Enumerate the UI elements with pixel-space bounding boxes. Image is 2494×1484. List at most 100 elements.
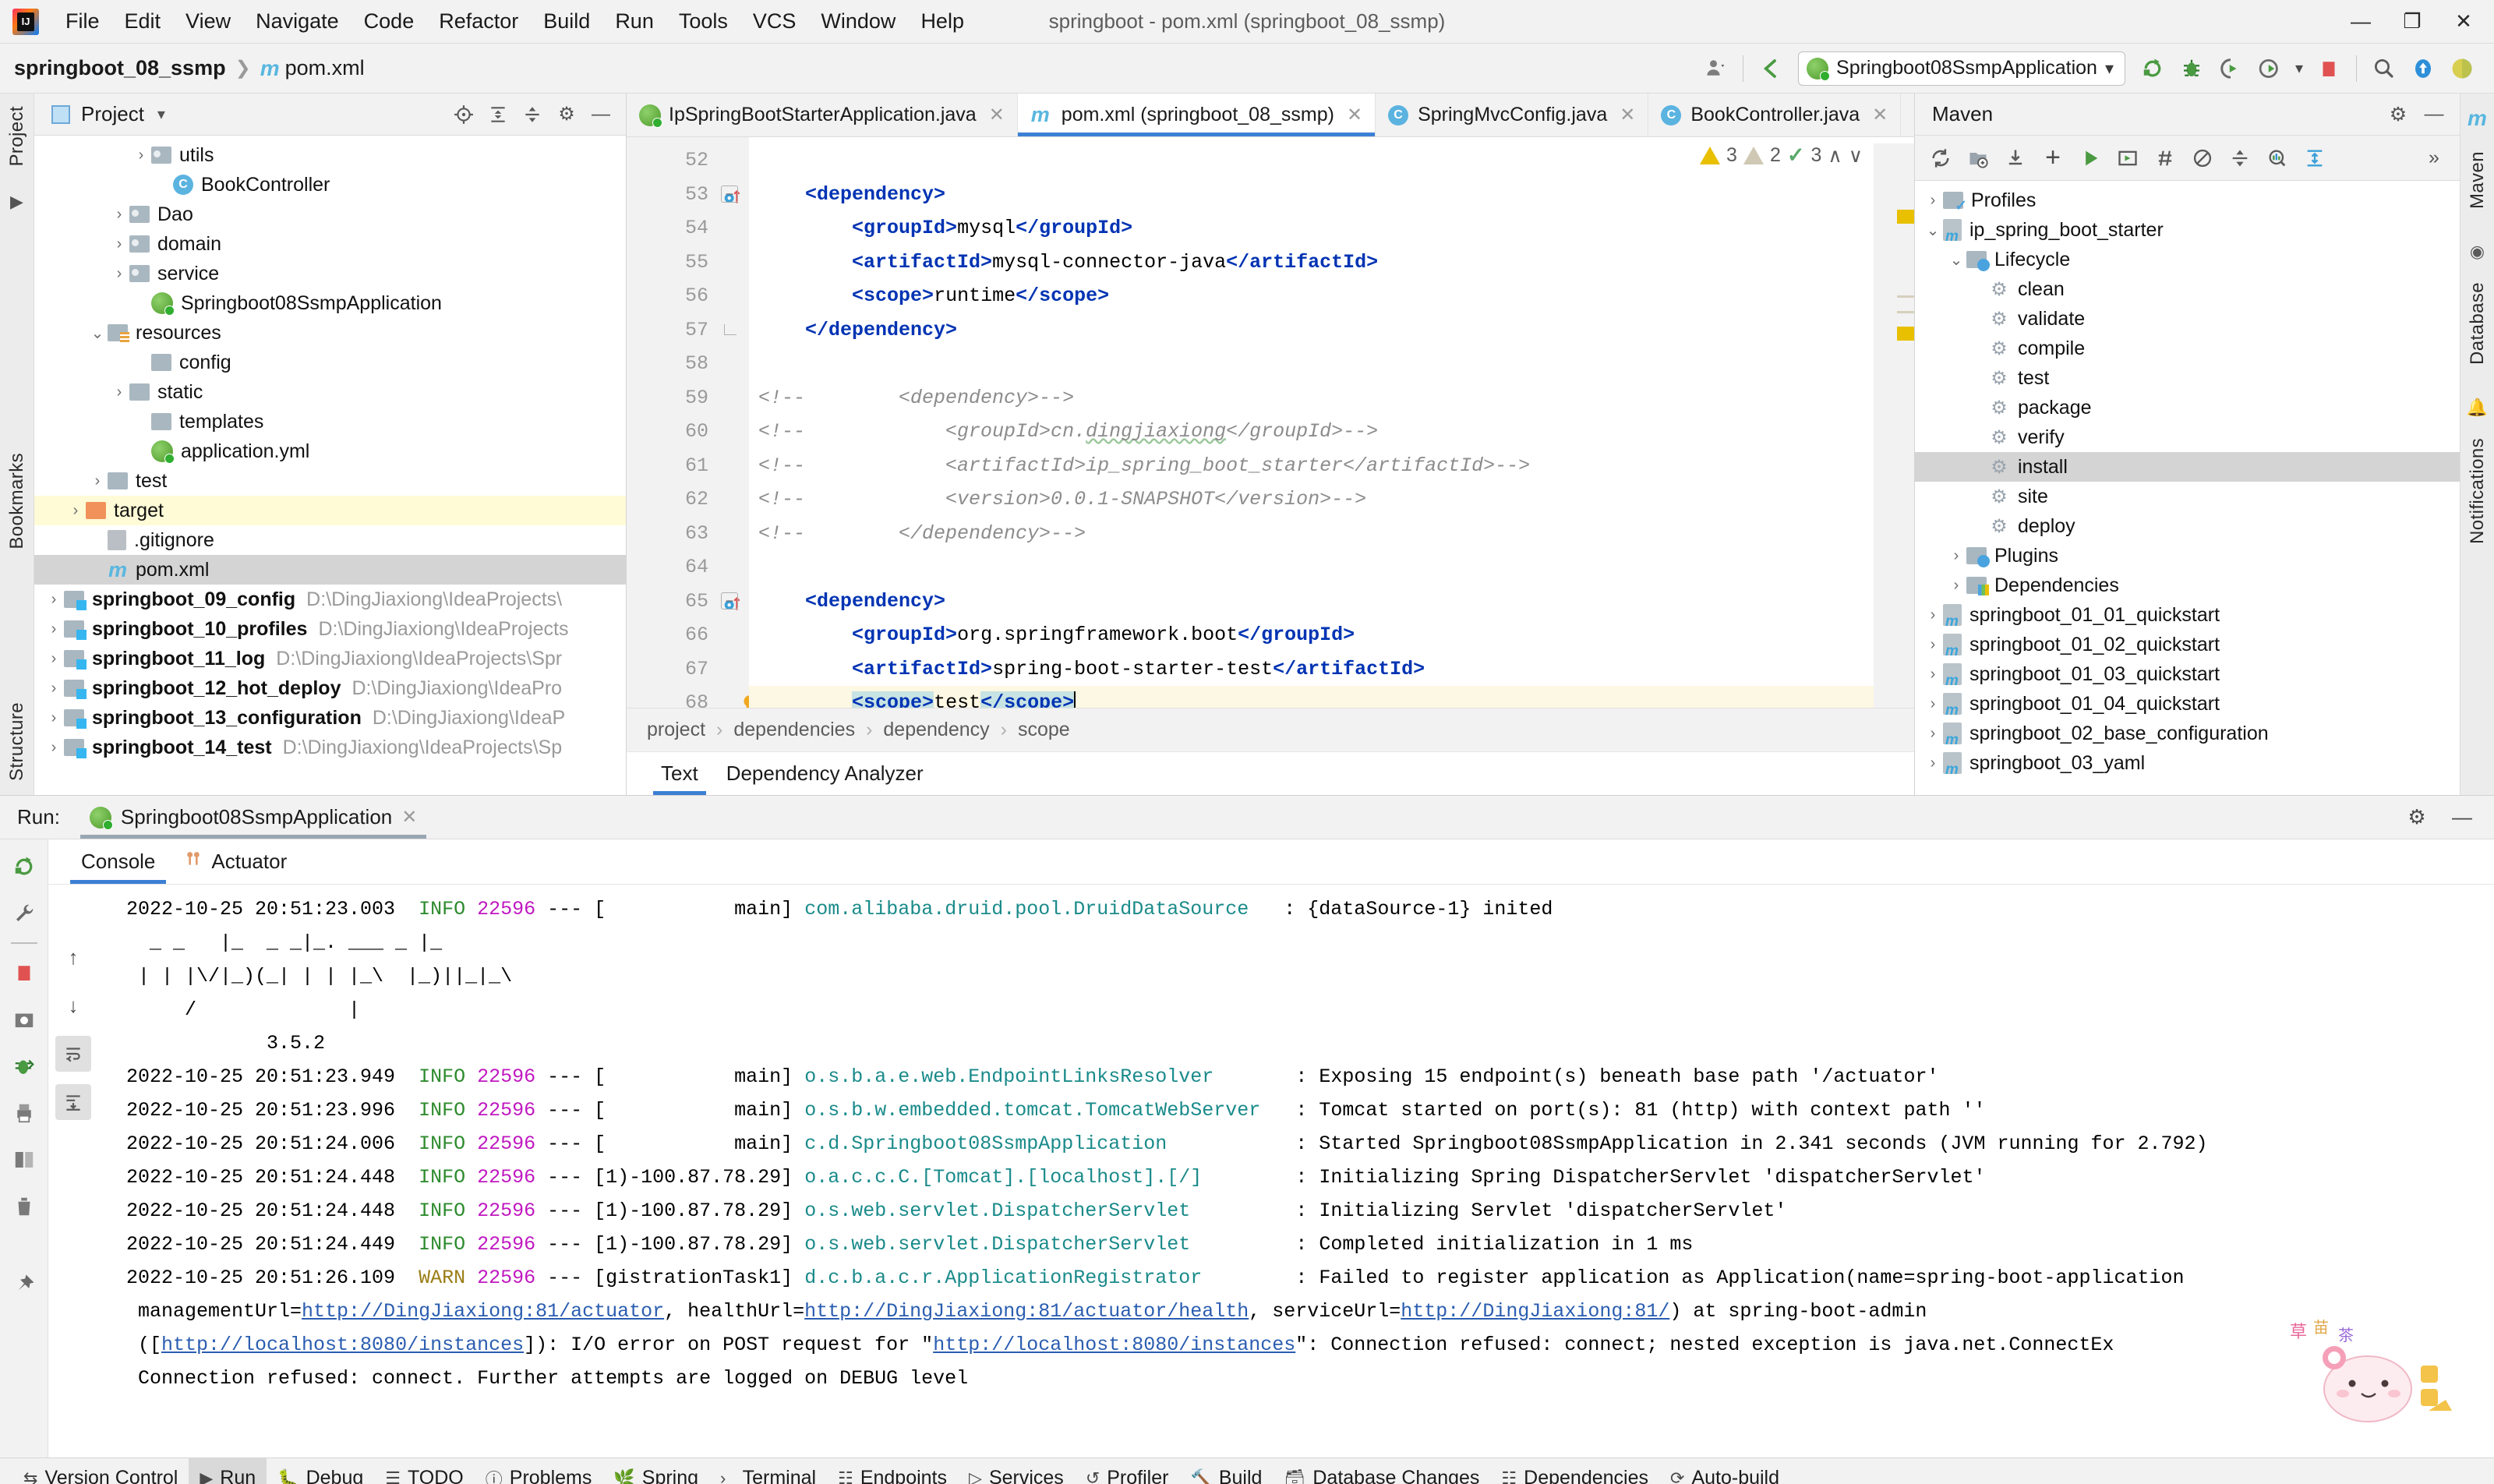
- project-tree-row[interactable]: › springboot_11_log D:\DingJiaxiong\Idea…: [34, 644, 626, 673]
- run-configuration-selector[interactable]: Springboot08SsmpApplication ▾: [1798, 51, 2125, 86]
- close-icon[interactable]: ✕: [1620, 104, 1635, 126]
- expand-arrow-icon[interactable]: ›: [1923, 695, 1943, 713]
- user-icon[interactable]: [1697, 51, 1733, 87]
- project-tree-row[interactable]: › static: [34, 377, 626, 407]
- run-session-tab[interactable]: Springboot08SsmpApplication ✕: [79, 796, 427, 839]
- project-tree-row[interactable]: › domain: [34, 229, 626, 259]
- add-icon[interactable]: +: [2035, 140, 2071, 176]
- maven-tree-row[interactable]: ⌄ ip_spring_boot_starter: [1915, 215, 2460, 245]
- console-tab[interactable]: Actuator: [169, 839, 301, 884]
- project-tree-row[interactable]: › test: [34, 466, 626, 496]
- maven-tree-row[interactable]: › springboot_01_01_quickstart: [1915, 600, 2460, 630]
- code-line[interactable]: <artifactId>mysql-connector-java</artifa…: [749, 246, 1914, 280]
- expand-arrow-icon[interactable]: ›: [1923, 725, 1943, 743]
- gear-icon[interactable]: ⚙: [2399, 800, 2435, 836]
- log-link[interactable]: http://DingJiaxiong:81/: [1401, 1300, 1669, 1323]
- trash-icon[interactable]: [6, 1189, 42, 1224]
- maven-tree-row[interactable]: › springboot_02_base_configuration: [1915, 719, 2460, 748]
- project-tree-row[interactable]: Springboot08SsmpApplication: [34, 288, 626, 318]
- project-tree-row[interactable]: › service: [34, 259, 626, 288]
- menu-view[interactable]: View: [173, 6, 243, 37]
- project-tree-row[interactable]: › springboot_13_configuration D:\DingJia…: [34, 703, 626, 733]
- bottom-bar-item[interactable]: ⇆ Version Control: [12, 1458, 189, 1484]
- project-tree-row[interactable]: › springboot_09_config D:\DingJiaxiong\I…: [34, 585, 626, 614]
- close-icon[interactable]: ✕: [1347, 104, 1362, 126]
- project-tree-row[interactable]: › utils: [34, 140, 626, 170]
- next-problem-icon[interactable]: ∨: [1849, 144, 1863, 168]
- bottom-bar-item[interactable]: ☷ Endpoints: [827, 1458, 958, 1484]
- editor-tab[interactable]: C BookController.java ✕: [1648, 94, 1902, 136]
- update-project-icon[interactable]: [2405, 51, 2441, 87]
- project-tree-row[interactable]: › springboot_14_test D:\DingJiaxiong\Ide…: [34, 733, 626, 762]
- expand-arrow-icon[interactable]: ›: [1923, 666, 1943, 684]
- execute-goal-icon[interactable]: [2072, 140, 2108, 176]
- chevron-down-icon[interactable]: ▾: [144, 97, 178, 132]
- scroll-to-end-icon[interactable]: [55, 1084, 91, 1120]
- project-tree[interactable]: › utils C BookController › Dao › domain: [34, 136, 626, 795]
- expand-arrow-icon[interactable]: ›: [1923, 636, 1943, 654]
- code-line[interactable]: <artifactId>spring-boot-starter-test</ar…: [749, 652, 1914, 687]
- project-tree-row[interactable]: › target: [34, 496, 626, 525]
- fold-minus-icon[interactable]: −: [721, 592, 738, 610]
- bottom-bar-item[interactable]: ↺ Profiler: [1075, 1458, 1180, 1484]
- toggle-skip-tests-icon[interactable]: [2147, 140, 2183, 176]
- code-line[interactable]: <groupId>org.springframework.boot</group…: [749, 618, 1914, 652]
- log-link[interactable]: http://DingJiaxiong:81/actuator: [302, 1300, 664, 1323]
- menu-help[interactable]: Help: [908, 6, 977, 37]
- menu-run[interactable]: Run: [602, 6, 666, 37]
- maven-tree-row[interactable]: › Profiles: [1915, 186, 2460, 216]
- maven-tree-row[interactable]: › springboot_01_02_quickstart: [1915, 630, 2460, 659]
- expand-arrow-icon[interactable]: ›: [109, 265, 129, 283]
- menu-edit[interactable]: Edit: [112, 6, 174, 37]
- soft-wrap-icon[interactable]: [55, 1036, 91, 1072]
- inspection-summary[interactable]: 3 2 ✓ 3 ∧ ∨: [1700, 143, 1867, 168]
- analyze-icon[interactable]: [2259, 140, 2295, 176]
- camera-icon[interactable]: [6, 1002, 42, 1037]
- profile-icon[interactable]: [2252, 51, 2287, 87]
- expand-arrow-icon[interactable]: ›: [65, 502, 86, 520]
- menu-code[interactable]: Code: [351, 6, 427, 37]
- more-actions-icon[interactable]: »: [2416, 140, 2452, 176]
- maven-tree-row[interactable]: ⚙ test: [1915, 363, 2460, 393]
- expand-arrow-icon[interactable]: ›: [1923, 606, 1943, 624]
- maven-tree-row[interactable]: ⚙ site: [1915, 482, 2460, 511]
- inspection-marker-bar[interactable]: [1874, 143, 1914, 708]
- bottom-bar-item[interactable]: ⟳ Auto-build: [1659, 1458, 1790, 1484]
- hide-icon[interactable]: [2444, 51, 2480, 87]
- close-icon[interactable]: ✕: [989, 104, 1005, 126]
- maven-tree-row[interactable]: › Plugins: [1915, 541, 2460, 571]
- bottom-bar-item[interactable]: ›_ Terminal: [709, 1458, 827, 1484]
- code-editor[interactable]: 52 53 54 55 56 57 58 59 60 61 62 63 64 65 66 67 68 − − <d…: [627, 137, 1914, 708]
- rerun-icon[interactable]: [2135, 51, 2171, 87]
- maven-tree-row[interactable]: ⚙ validate: [1915, 304, 2460, 334]
- maven-tree-row[interactable]: ⚙ package: [1915, 393, 2460, 422]
- bottom-bar-item[interactable]: ▷ Services: [958, 1458, 1075, 1484]
- code-line[interactable]: <scope>runtime</scope>: [749, 279, 1914, 313]
- expand-all-icon[interactable]: [481, 97, 515, 132]
- project-tree-row[interactable]: C BookController: [34, 170, 626, 200]
- layout-icon[interactable]: [6, 1142, 42, 1178]
- expand-arrow-icon[interactable]: ›: [1946, 577, 1966, 595]
- menu-build[interactable]: Build: [531, 6, 602, 37]
- expand-arrow-icon[interactable]: ›: [44, 620, 64, 638]
- code-content[interactable]: <dependency> <groupId>mysql</groupId> <a…: [749, 137, 1914, 708]
- project-tree-row[interactable]: .gitignore: [34, 525, 626, 555]
- minimize-window-button[interactable]: —: [2335, 1, 2386, 43]
- maven-tree-row[interactable]: ⚙ clean: [1915, 274, 2460, 304]
- run-build-icon[interactable]: [2110, 140, 2146, 176]
- maven-tree-row[interactable]: ⌄ Lifecycle: [1915, 245, 2460, 274]
- project-tree-row[interactable]: › springboot_12_hot_deploy D:\DingJiaxio…: [34, 673, 626, 703]
- editor-subtab[interactable]: Text: [647, 752, 712, 795]
- bottom-bar-item[interactable]: 🗃 Database Changes: [1273, 1458, 1490, 1484]
- code-line[interactable]: <!-- <dependency>-->: [749, 381, 1914, 415]
- scroll-down-icon[interactable]: ↓: [55, 988, 91, 1023]
- gear-icon[interactable]: ⚙: [2380, 97, 2416, 132]
- close-icon[interactable]: ✕: [401, 806, 417, 829]
- code-line[interactable]: <!-- </dependency>-->: [749, 517, 1914, 551]
- code-line[interactable]: <scope>test</scope>: [749, 686, 1914, 708]
- code-line[interactable]: <!-- <version>0.0.1-SNAPSHOT</version>--…: [749, 482, 1914, 517]
- maven-tree[interactable]: › Profiles ⌄ ip_spring_boot_starter ⌄ Li…: [1915, 181, 2460, 795]
- gear-icon[interactable]: ⚙: [549, 97, 584, 132]
- expand-arrow-icon[interactable]: ⌄: [1923, 221, 1943, 240]
- console-output[interactable]: 2022-10-25 20:51:23.003 INFO 22596 --- […: [98, 885, 2494, 1458]
